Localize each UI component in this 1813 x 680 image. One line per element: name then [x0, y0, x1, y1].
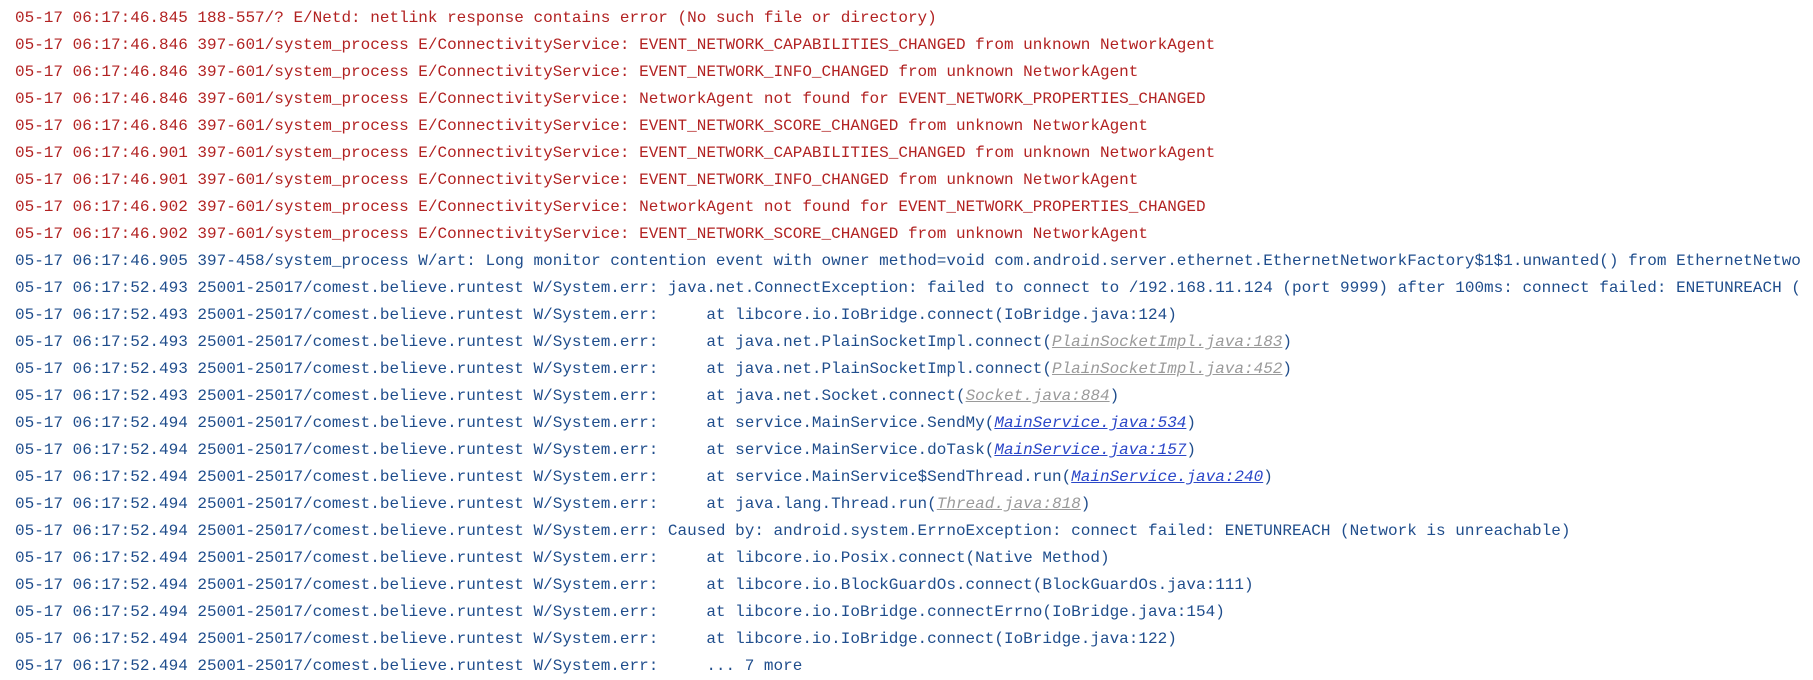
source-file-link[interactable]: PlainSocketImpl.java:452 [1052, 360, 1282, 378]
log-line-text: ) [1109, 387, 1120, 405]
log-line: 05-17 06:17:46.901 397-601/system_proces… [15, 167, 1813, 194]
log-line: 05-17 06:17:46.902 397-601/system_proces… [15, 221, 1813, 248]
log-line: 05-17 06:17:52.493 25001-25017/comest.be… [15, 356, 1813, 383]
log-line-text: 05-17 06:17:52.493 25001-25017/comest.be… [15, 279, 1813, 297]
log-line: 05-17 06:17:46.901 397-601/system_proces… [15, 140, 1813, 167]
log-line: 05-17 06:17:52.494 25001-25017/comest.be… [15, 518, 1813, 545]
log-line: 05-17 06:17:52.494 25001-25017/comest.be… [15, 626, 1813, 653]
source-file-link[interactable]: Socket.java:884 [966, 387, 1110, 405]
log-line-text: 05-17 06:17:46.846 397-601/system_proces… [15, 117, 1148, 135]
log-line: 05-17 06:17:52.493 25001-25017/comest.be… [15, 302, 1813, 329]
log-line: 05-17 06:17:46.846 397-601/system_proces… [15, 86, 1813, 113]
log-line-text: 05-17 06:17:52.493 25001-25017/comest.be… [15, 306, 1177, 324]
log-line-text: 05-17 06:17:52.494 25001-25017/comest.be… [15, 630, 1177, 648]
log-line-text: 05-17 06:17:46.846 397-601/system_proces… [15, 63, 1139, 81]
log-line: 05-17 06:17:52.493 25001-25017/comest.be… [15, 275, 1813, 302]
log-line-text: 05-17 06:17:52.494 25001-25017/comest.be… [15, 468, 1072, 486]
log-line-text: ) [1282, 360, 1293, 378]
log-line: 05-17 06:17:52.494 25001-25017/comest.be… [15, 653, 1813, 680]
log-line-text: 05-17 06:17:52.494 25001-25017/comest.be… [15, 576, 1254, 594]
log-line: 05-17 06:17:52.494 25001-25017/comest.be… [15, 491, 1813, 518]
log-line-text: ) [1080, 495, 1091, 513]
log-line: 05-17 06:17:52.493 25001-25017/comest.be… [15, 383, 1813, 410]
log-line-text: ) [1282, 333, 1293, 351]
source-file-link[interactable]: PlainSocketImpl.java:183 [1052, 333, 1282, 351]
source-file-link[interactable]: MainService.java:534 [994, 414, 1186, 432]
log-line: 05-17 06:17:46.905 397-458/system_proces… [15, 248, 1813, 275]
log-line-text: 05-17 06:17:52.493 25001-25017/comest.be… [15, 333, 1052, 351]
log-line: 05-17 06:17:46.846 397-601/system_proces… [15, 32, 1813, 59]
log-line: 05-17 06:17:46.845 188-557/? E/Netd: net… [15, 5, 1813, 32]
logcat-output-panel[interactable]: 05-17 06:17:46.845 188-557/? E/Netd: net… [0, 0, 1813, 680]
log-lines-container: 05-17 06:17:46.845 188-557/? E/Netd: net… [15, 5, 1813, 680]
log-line-text: 05-17 06:17:52.493 25001-25017/comest.be… [15, 387, 966, 405]
log-line-text: 05-17 06:17:52.493 25001-25017/comest.be… [15, 360, 1052, 378]
log-line-text: 05-17 06:17:46.901 397-601/system_proces… [15, 144, 1216, 162]
source-file-link[interactable]: MainService.java:157 [994, 441, 1186, 459]
log-line-text: 05-17 06:17:46.902 397-601/system_proces… [15, 225, 1148, 243]
log-line: 05-17 06:17:52.494 25001-25017/comest.be… [15, 437, 1813, 464]
log-line-text: ) [1186, 441, 1196, 459]
log-line-text: 05-17 06:17:52.494 25001-25017/comest.be… [15, 414, 995, 432]
vertical-scrollbar[interactable] [1801, 0, 1813, 680]
log-line-text: 05-17 06:17:52.494 25001-25017/comest.be… [15, 495, 937, 513]
log-line: 05-17 06:17:46.846 397-601/system_proces… [15, 59, 1813, 86]
log-line-text: 05-17 06:17:46.846 397-601/system_proces… [15, 90, 1206, 108]
log-line-text: 05-17 06:17:46.902 397-601/system_proces… [15, 198, 1206, 216]
log-line-text: 05-17 06:17:52.494 25001-25017/comest.be… [15, 522, 1571, 540]
log-line-text: 05-17 06:17:46.901 397-601/system_proces… [15, 171, 1139, 189]
log-line-text: ) [1186, 414, 1196, 432]
log-line-text: 05-17 06:17:52.494 25001-25017/comest.be… [15, 603, 1225, 621]
log-line: 05-17 06:17:52.494 25001-25017/comest.be… [15, 572, 1813, 599]
log-line-text: 05-17 06:17:52.494 25001-25017/comest.be… [15, 549, 1110, 567]
log-line: 05-17 06:17:52.494 25001-25017/comest.be… [15, 464, 1813, 491]
source-file-link[interactable]: Thread.java:818 [937, 495, 1081, 513]
source-file-link[interactable]: MainService.java:240 [1071, 468, 1263, 486]
log-line: 05-17 06:17:52.494 25001-25017/comest.be… [15, 599, 1813, 626]
log-line: 05-17 06:17:52.494 25001-25017/comest.be… [15, 545, 1813, 572]
log-line-text: ) [1263, 468, 1273, 486]
log-line-text: 05-17 06:17:46.905 397-458/system_proces… [15, 252, 1813, 270]
log-line-text: 05-17 06:17:46.845 188-557/? E/Netd: net… [15, 9, 937, 27]
log-line: 05-17 06:17:52.494 25001-25017/comest.be… [15, 410, 1813, 437]
log-line-text: 05-17 06:17:46.846 397-601/system_proces… [15, 36, 1216, 54]
log-line-text: 05-17 06:17:52.494 25001-25017/comest.be… [15, 657, 803, 675]
log-line: 05-17 06:17:46.846 397-601/system_proces… [15, 113, 1813, 140]
log-line: 05-17 06:17:46.902 397-601/system_proces… [15, 194, 1813, 221]
log-line: 05-17 06:17:52.493 25001-25017/comest.be… [15, 329, 1813, 356]
log-line-text: 05-17 06:17:52.494 25001-25017/comest.be… [15, 441, 995, 459]
